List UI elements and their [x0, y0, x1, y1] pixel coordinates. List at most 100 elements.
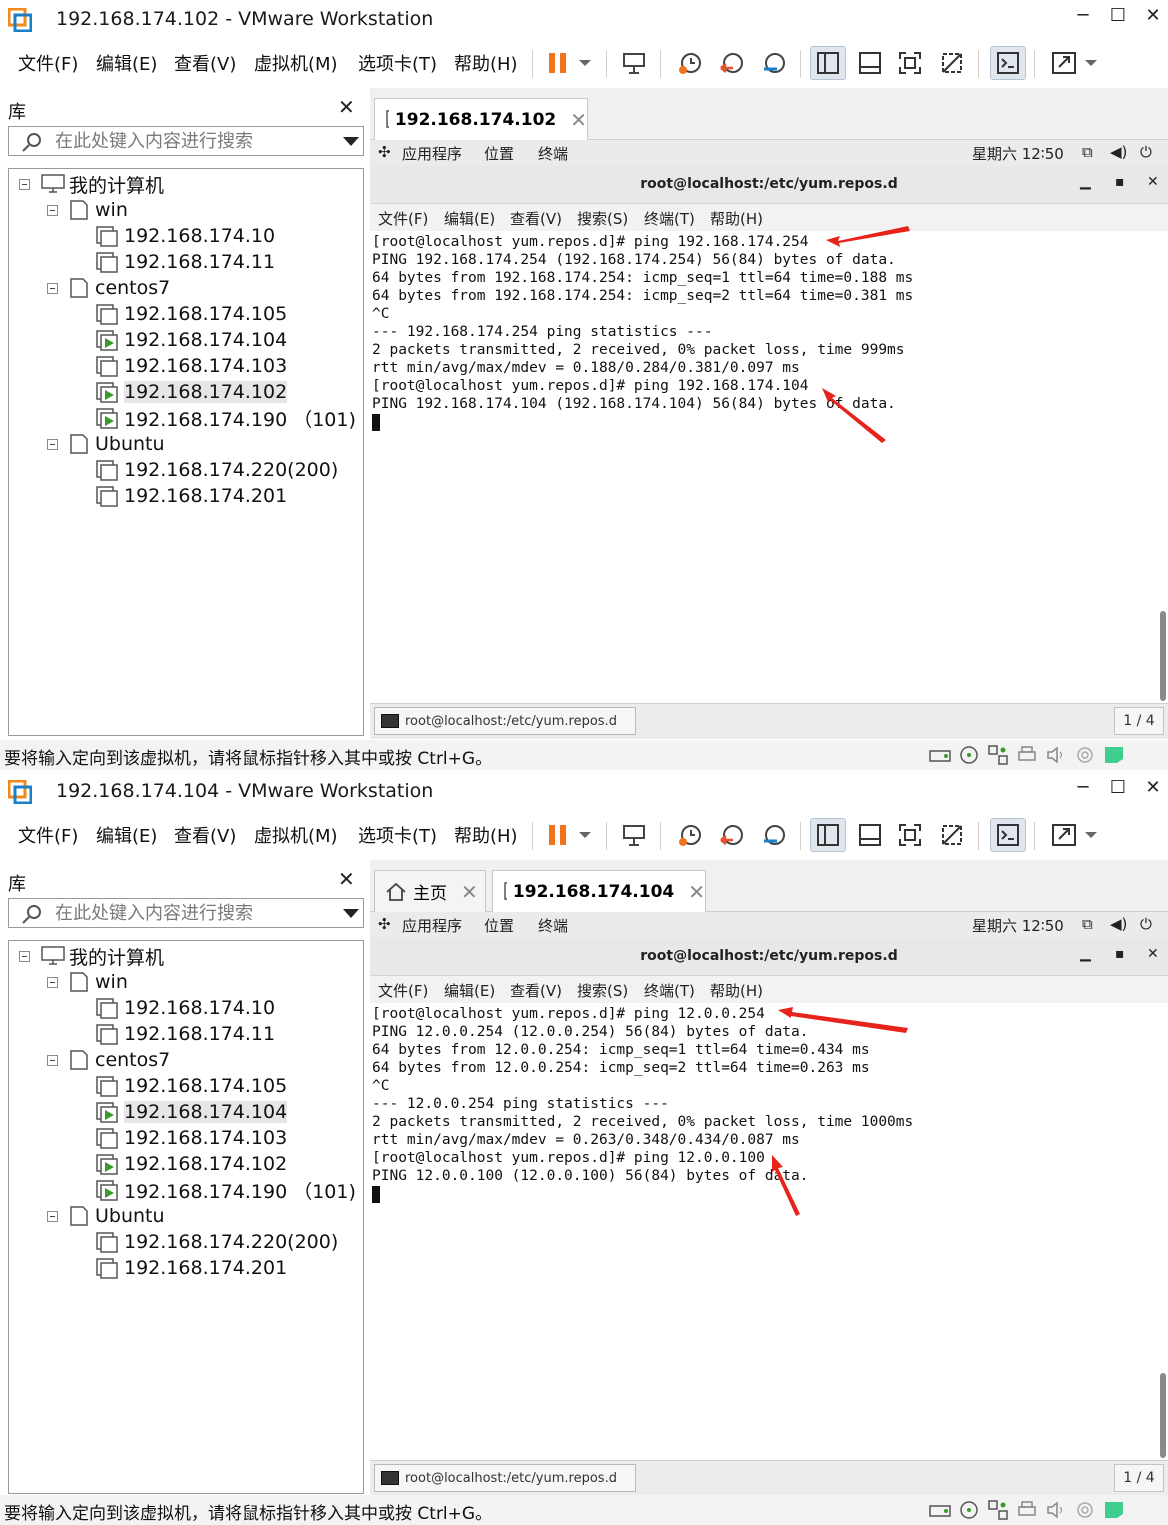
tree-item-vm-running[interactable]: 192.168.174.190 （101) [95, 405, 356, 431]
tree-root[interactable]: 我的计算机 [19, 171, 164, 197]
sound-icon[interactable] [1044, 745, 1068, 765]
search-input[interactable] [55, 902, 335, 924]
chevron-down-icon[interactable] [570, 818, 600, 852]
revert-snapshot-icon[interactable] [714, 818, 750, 852]
message-log-icon[interactable] [1102, 745, 1126, 765]
tab-vm[interactable]: 192.168.174.102 ✕ [374, 98, 588, 140]
gnome-places-menu[interactable]: 位置 [484, 143, 514, 164]
menu-vm[interactable]: 虚拟机(M) [254, 822, 338, 848]
term-menu-edit[interactable]: 编辑(E) [444, 980, 495, 1001]
maximize-button[interactable]: ▪ [1115, 174, 1125, 190]
menu-file[interactable]: 文件(F) [18, 50, 78, 76]
tree-group-centos7[interactable]: centos7 [47, 1047, 170, 1073]
message-log-icon[interactable] [1102, 1500, 1126, 1520]
gnome-apps-icon[interactable]: ✣ [378, 915, 391, 933]
menu-edit[interactable]: 编辑(E) [96, 50, 157, 76]
term-menu-view[interactable]: 查看(V) [510, 980, 562, 1001]
revert-snapshot-icon[interactable] [714, 46, 750, 80]
close-button[interactable]: ✕ [1138, 777, 1168, 798]
gnome-terminal-menu[interactable]: 终端 [538, 915, 568, 936]
sound-icon[interactable] [1044, 1500, 1068, 1520]
snapshot-icon[interactable] [672, 818, 708, 852]
network-icon[interactable]: ⧉ [1082, 143, 1093, 161]
cd-icon[interactable] [957, 745, 981, 765]
taskbar-terminal[interactable]: root@localhost:/etc/yum.repos.d [374, 1464, 636, 1492]
tree-item-vm[interactable]: 192.168.174.11 [95, 1021, 275, 1047]
minimize-button[interactable]: ▁ [1080, 174, 1091, 190]
close-icon[interactable]: ✕ [338, 867, 355, 891]
gnome-terminal-menu[interactable]: 终端 [538, 143, 568, 164]
term-menu-edit[interactable]: 编辑(E) [444, 208, 495, 229]
minimize-button[interactable]: ─ [1068, 777, 1098, 798]
search-input[interactable] [55, 130, 335, 152]
menu-edit[interactable]: 编辑(E) [96, 822, 157, 848]
tree-item-vm[interactable]: 192.168.174.10 [95, 223, 275, 249]
menu-help[interactable]: 帮助(H) [454, 822, 518, 848]
printer-icon[interactable] [1015, 1500, 1039, 1520]
tree-item-vm[interactable]: 192.168.174.105 [95, 301, 287, 327]
thumbnail-view-icon[interactable] [852, 818, 888, 852]
maximize-button[interactable]: ☐ [1103, 5, 1133, 26]
unity-icon[interactable] [934, 818, 970, 852]
gnome-apps-menu[interactable]: 应用程序 [402, 143, 462, 164]
gnome-clock[interactable]: 星期六 12∶50 [972, 143, 1064, 164]
tree-item-vm[interactable]: 192.168.174.105 [95, 1073, 287, 1099]
gnome-apps-menu[interactable]: 应用程序 [402, 915, 462, 936]
network-adapter-icon[interactable] [986, 745, 1010, 765]
unity-icon[interactable] [934, 46, 970, 80]
menu-view[interactable]: 查看(V) [174, 50, 236, 76]
hdd-icon[interactable] [928, 745, 952, 765]
taskbar-terminal[interactable]: root@localhost:/etc/yum.repos.d [374, 707, 636, 735]
menu-file[interactable]: 文件(F) [18, 822, 78, 848]
fullscreen-icon[interactable] [892, 46, 928, 80]
term-menu-search[interactable]: 搜索(S) [577, 208, 628, 229]
tab-home[interactable]: 主页 ✕ [374, 870, 486, 912]
gnome-places-menu[interactable]: 位置 [484, 915, 514, 936]
printer-icon[interactable] [1015, 745, 1039, 765]
tree-root[interactable]: 我的计算机 [19, 943, 164, 969]
terminal-scrollbar[interactable] [1160, 611, 1166, 701]
term-menu-file[interactable]: 文件(F) [378, 980, 428, 1001]
tree-item-vm[interactable]: 192.168.174.201 [95, 483, 287, 509]
tree-item-vm-selected[interactable]: 192.168.174.102 [95, 379, 288, 405]
menu-tabs[interactable]: 选项卡(T) [358, 50, 437, 76]
send-keys-icon[interactable] [616, 46, 652, 80]
tree-item-vm-selected[interactable]: 192.168.174.104 [95, 1099, 288, 1125]
chevron-down-icon[interactable] [570, 46, 600, 80]
maximize-button[interactable]: ☐ [1103, 777, 1133, 798]
tree-item-vm-running[interactable]: 192.168.174.104 [95, 327, 287, 353]
menu-tabs[interactable]: 选项卡(T) [358, 822, 437, 848]
stretch-icon[interactable] [1046, 46, 1082, 80]
snapshot-manager-icon[interactable] [756, 46, 792, 80]
close-icon[interactable]: ✕ [688, 880, 705, 904]
tree-group-win[interactable]: win [47, 197, 128, 223]
menu-help[interactable]: 帮助(H) [454, 50, 518, 76]
tree-item-vm-running[interactable]: 192.168.174.190 （101) [95, 1177, 356, 1203]
power-icon[interactable]: ⏻ [1140, 915, 1152, 933]
menu-vm[interactable]: 虚拟机(M) [254, 50, 338, 76]
tree-item-vm[interactable]: 192.168.174.10 [95, 995, 275, 1021]
chevron-down-icon[interactable] [1078, 818, 1104, 852]
maximize-button[interactable]: ▪ [1115, 946, 1125, 962]
volume-icon[interactable]: ◀) [1110, 915, 1127, 933]
tree-item-vm[interactable]: 192.168.174.103 [95, 1125, 287, 1151]
close-button[interactable]: ✕ [1147, 174, 1159, 190]
tree-item-vm[interactable]: 192.168.174.220(200) [95, 1229, 338, 1255]
usb-icon[interactable] [1073, 1500, 1097, 1520]
minimize-button[interactable]: ─ [1068, 5, 1098, 26]
terminal-scrollbar[interactable] [1160, 1373, 1166, 1458]
stretch-icon[interactable] [1046, 818, 1082, 852]
console-view-icon[interactable] [990, 818, 1026, 852]
workspace-pager[interactable]: 1 / 4 [1114, 707, 1164, 735]
snapshot-icon[interactable] [672, 46, 708, 80]
library-view-icon[interactable] [810, 46, 846, 80]
chevron-down-icon[interactable] [1078, 46, 1104, 80]
library-view-icon[interactable] [810, 818, 846, 852]
tree-item-vm[interactable]: 192.168.174.201 [95, 1255, 287, 1281]
hdd-icon[interactable] [928, 1500, 952, 1520]
tree-group-ubuntu[interactable]: Ubuntu [47, 1203, 165, 1229]
console-view-icon[interactable] [990, 46, 1026, 80]
close-button[interactable]: ✕ [1138, 5, 1168, 26]
chevron-down-icon[interactable] [343, 137, 359, 146]
tree-group-win[interactable]: win [47, 969, 128, 995]
